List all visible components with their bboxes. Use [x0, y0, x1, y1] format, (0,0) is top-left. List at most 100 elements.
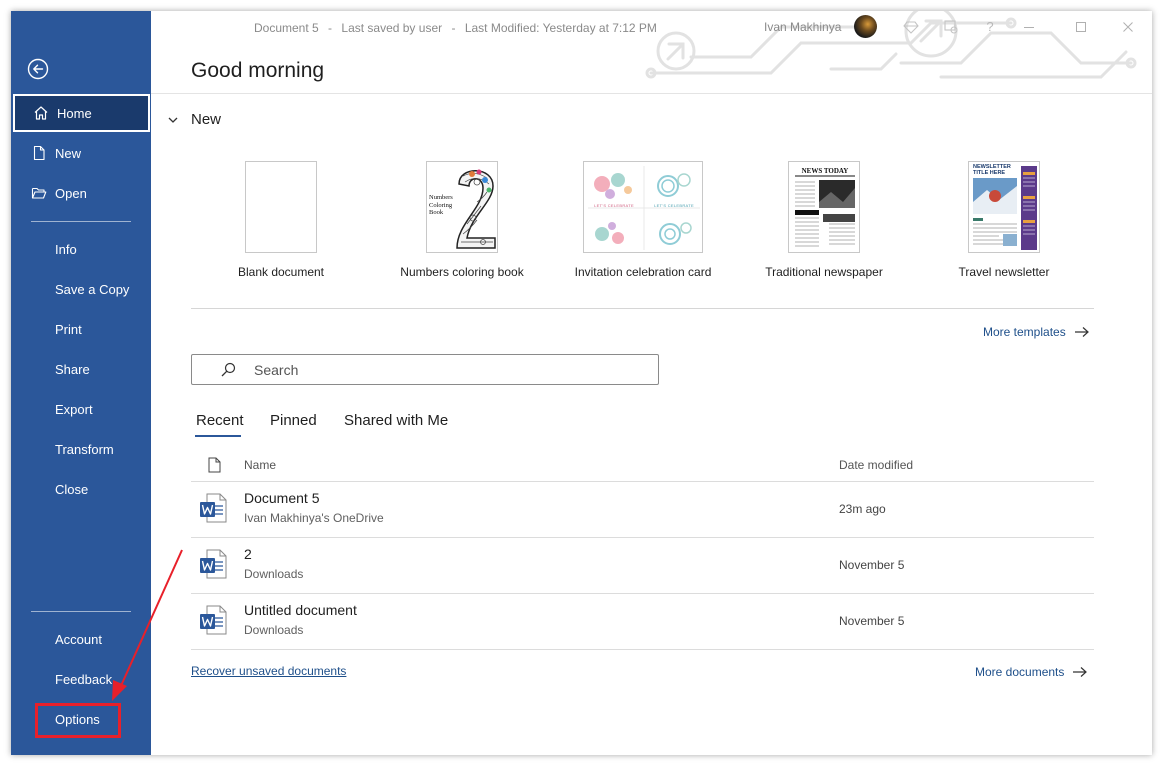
template-thumbnail: NEWS TODAY: [788, 161, 860, 253]
template-name: Blank document: [237, 265, 325, 279]
sidebar-item-label: Export: [55, 401, 93, 417]
title-bar: Document 5 - Last saved by user - Last M…: [151, 11, 1152, 45]
file-date-modified: November 5: [839, 558, 905, 572]
file-location: Downloads: [244, 567, 304, 581]
sidebar-item-open[interactable]: Open: [11, 174, 151, 212]
close-window-icon[interactable]: [1120, 19, 1136, 35]
arrow-right-icon: [1073, 667, 1088, 677]
sidebar-item-share[interactable]: Share: [11, 350, 151, 388]
list-divider: [191, 649, 1094, 650]
sidebar-item-feedback[interactable]: Feedback: [11, 660, 151, 698]
tab-shared-with-me[interactable]: Shared with Me: [344, 412, 448, 429]
list-item[interactable]: Untitled document Downloads November 5: [191, 593, 1094, 649]
template-thumbnail: LET'S CELEBRATE LET'S CELEBRATE: [583, 161, 703, 253]
column-header-date-modified[interactable]: Date modified: [839, 458, 913, 472]
newspaper-thumbnail-art: [795, 175, 855, 247]
document-title: Document 5 - Last saved by user - Last M…: [254, 21, 663, 35]
saved-status: Last saved by user: [341, 21, 443, 35]
sidebar-item-home[interactable]: Home: [13, 94, 150, 132]
sidebar-item-export[interactable]: Export: [11, 390, 151, 428]
file-name: Untitled document: [244, 602, 357, 618]
list-item[interactable]: 2 Downloads November 5: [191, 537, 1094, 593]
template-invitation-celebration-card[interactable]: LET'S CELEBRATE LET'S CELEBRATE Invitati…: [571, 161, 715, 279]
help-icon[interactable]: ?: [982, 19, 998, 35]
new-document-icon: [33, 145, 45, 161]
template-traditional-newspaper[interactable]: NEWS TODAY Traditional newspaper: [761, 161, 887, 279]
template-name: Travel newsletter: [958, 265, 1050, 279]
file-name: 2: [244, 546, 252, 562]
last-modified: Last Modified: Yesterday at 7:12 PM: [464, 21, 657, 35]
word-backstage-window: Home New Open Info Save a Copy Print Sha…: [11, 11, 1152, 755]
sidebar-item-label: Save a Copy: [55, 281, 130, 297]
back-arrow-icon: [27, 58, 49, 80]
sidebar-item-label: Open: [55, 185, 87, 201]
folder-open-icon: [31, 187, 47, 199]
sidebar-item-info[interactable]: Info: [11, 230, 151, 268]
template-name: Traditional newspaper: [765, 265, 883, 279]
templates-divider: [191, 308, 1094, 309]
new-section-toggle[interactable]: New: [167, 111, 221, 128]
user-name[interactable]: Ivan Makhinya: [764, 20, 841, 34]
search-icon: [221, 362, 236, 377]
home-icon: [34, 106, 48, 120]
chevron-down-icon: [168, 117, 178, 123]
sidebar-item-new[interactable]: New: [11, 134, 151, 172]
greeting-heading: Good morning: [191, 59, 325, 82]
word-document-icon: [200, 493, 227, 523]
sidebar-item-label: Print: [55, 321, 82, 337]
tab-recent[interactable]: Recent: [196, 412, 244, 429]
document-name: Document 5: [254, 21, 319, 35]
sidebar-divider: [31, 221, 131, 222]
sidebar-item-print[interactable]: Print: [11, 310, 151, 348]
sidebar-divider: [31, 611, 131, 612]
sidebar-item-label: Share: [55, 361, 90, 377]
tab-pinned[interactable]: Pinned: [270, 412, 317, 429]
coauthor-icon[interactable]: [943, 19, 959, 35]
back-button[interactable]: [27, 58, 49, 80]
sidebar-item-close[interactable]: Close: [11, 470, 151, 508]
list-item[interactable]: Document 5 Ivan Makhinya's OneDrive 23m …: [191, 481, 1094, 537]
template-thumbnail: NEWSLETTER TITLE HERE: [968, 161, 1040, 253]
recover-unsaved-documents-link[interactable]: Recover unsaved documents: [191, 664, 346, 678]
coloring-book-title-text: Numbers Coloring Book: [429, 194, 453, 216]
file-location: Downloads: [244, 623, 304, 637]
template-travel-newsletter[interactable]: NEWSLETTER TITLE HERE Travel newsletter: [946, 161, 1062, 279]
sidebar-item-account[interactable]: Account: [11, 620, 151, 658]
more-documents-label: More documents: [975, 665, 1065, 679]
template-numbers-coloring-book[interactable]: Numbers Coloring Book Numbers coloring b…: [396, 161, 528, 279]
template-blank-document[interactable]: Blank document: [221, 161, 341, 279]
new-section-title: New: [191, 111, 222, 128]
diamond-icon[interactable]: [903, 19, 919, 35]
active-tab-indicator: [195, 435, 241, 437]
sidebar-item-transform[interactable]: Transform: [11, 430, 151, 468]
newspaper-masthead-text: NEWS TODAY: [801, 167, 849, 175]
template-name: Numbers coloring book: [400, 265, 524, 279]
template-thumbnail: [245, 161, 317, 253]
word-document-icon: [200, 605, 227, 635]
arrow-right-icon: [1074, 327, 1089, 337]
word-document-icon: [200, 549, 227, 579]
maximize-icon[interactable]: [1073, 19, 1089, 35]
more-templates-link[interactable]: More templates: [983, 325, 1090, 339]
file-name: Document 5: [244, 490, 320, 506]
file-date-modified: 23m ago: [839, 502, 886, 516]
invitation-card-caption: LET'S CELEBRATE: [654, 203, 694, 208]
avatar[interactable]: [854, 15, 877, 38]
sidebar-item-label: Transform: [55, 441, 114, 457]
search-input[interactable]: [254, 360, 634, 380]
sidebar-item-save-a-copy[interactable]: Save a Copy: [11, 270, 151, 308]
search-box[interactable]: [191, 354, 659, 385]
file-location: Ivan Makhinya's OneDrive: [244, 511, 384, 525]
minimize-icon[interactable]: [1021, 19, 1037, 35]
file-date-modified: November 5: [839, 614, 905, 628]
backstage-sidebar: Home New Open Info Save a Copy Print Sha…: [11, 11, 151, 755]
column-header-name[interactable]: Name: [244, 458, 276, 472]
title-separator: -: [328, 21, 333, 35]
invitation-card-caption: LET'S CELEBRATE: [594, 203, 634, 208]
more-templates-label: More templates: [983, 325, 1066, 339]
sidebar-item-label: Feedback: [55, 671, 113, 687]
sidebar-item-label: Account: [55, 631, 102, 647]
sidebar-item-label: Close: [55, 481, 89, 497]
sidebar-item-label: Info: [55, 241, 77, 257]
more-documents-link[interactable]: More documents: [975, 665, 1088, 679]
